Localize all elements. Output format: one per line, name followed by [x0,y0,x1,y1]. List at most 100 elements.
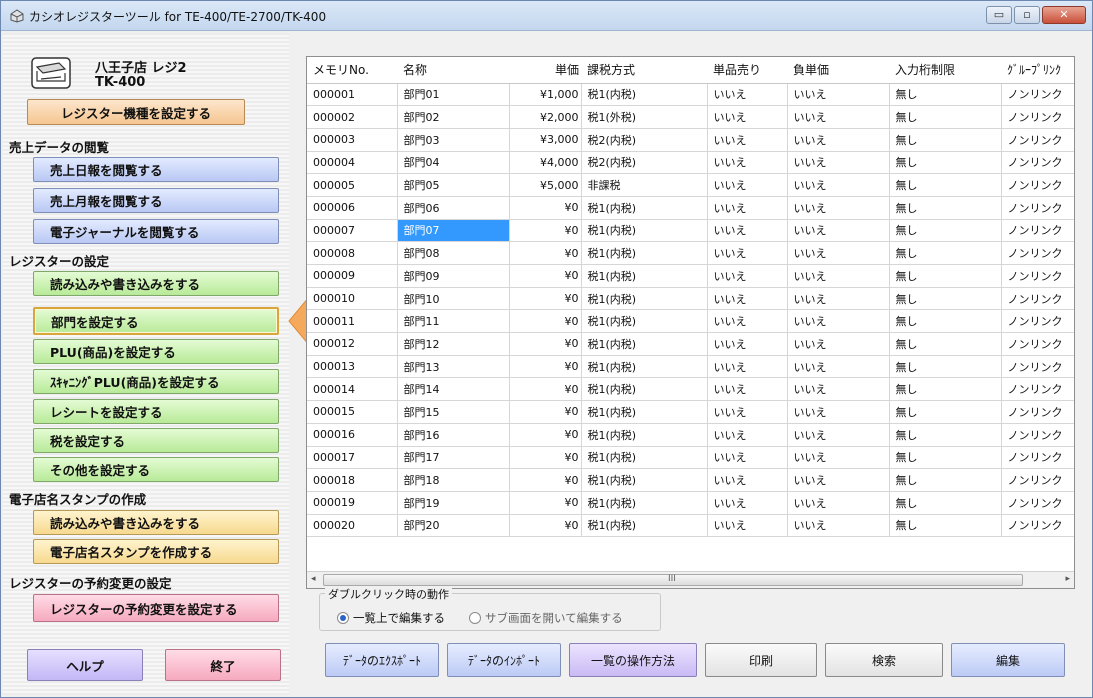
table-row[interactable]: 000007 部門07 ¥0 税1(内税) いいえ いいえ 無し ノンリンク [307,219,1074,243]
table-cell[interactable]: ノンリンク [1001,377,1074,402]
table-cell[interactable]: いいえ [707,241,788,265]
table-row[interactable]: 000003 部門03 ¥3,000 税2(内税) いいえ いいえ 無し ノンリンク [307,128,1074,152]
table-cell[interactable]: ノンリンク [1001,332,1074,356]
table-cell[interactable]: ノンリンク [1001,355,1074,379]
column-header[interactable]: 単品売り [707,57,787,84]
table-cell[interactable]: いいえ [707,446,788,470]
create-stamp-button[interactable]: 電子店名スタンプを作成する [33,539,279,564]
table-cell[interactable]: 税1(内税) [581,309,708,334]
table-cell[interactable]: 000012 [307,332,398,356]
table-cell[interactable]: いいえ [707,287,788,311]
table-cell[interactable]: 税2(内税) [581,128,708,152]
table-cell[interactable]: いいえ [707,355,788,379]
table-cell[interactable]: いいえ [787,219,890,243]
table-cell[interactable]: ノンリンク [1001,423,1074,447]
table-cell[interactable]: 部門17 [397,446,510,470]
table-cell[interactable]: いいえ [787,355,890,379]
table-cell[interactable]: ノンリンク [1001,196,1074,220]
table-cell[interactable]: いいえ [787,377,890,402]
table-cell[interactable]: ノンリンク [1001,105,1074,129]
table-cell[interactable]: 部門10 [397,287,510,311]
table-cell[interactable]: 税1(内税) [581,219,708,243]
table-cell[interactable]: ¥0 [509,400,582,424]
table-cell[interactable]: ノンリンク [1001,309,1074,334]
table-cell[interactable]: 無し [889,491,1002,515]
table-cell[interactable]: 000019 [307,491,398,515]
table-cell[interactable]: いいえ [787,400,890,424]
table-cell[interactable]: ノンリンク [1001,400,1074,424]
table-cell[interactable]: いいえ [707,173,788,197]
radio-edit-subscreen[interactable]: サブ画面を開いて編集する [469,610,623,626]
table-cell[interactable]: 000001 [307,83,398,107]
table-cell[interactable]: ノンリンク [1001,468,1074,492]
table-cell[interactable]: 税1(内税) [581,377,708,402]
table-row[interactable]: 000001 部門01 ¥1,000 税1(内税) いいえ いいえ 無し ノンリンク [307,83,1074,107]
table-cell[interactable]: 000004 [307,151,398,175]
table-cell[interactable]: いいえ [787,491,890,515]
column-header[interactable]: 課税方式 [581,57,707,84]
table-cell[interactable]: 無し [889,446,1002,470]
export-data-button[interactable]: ﾃﾞｰﾀのｴｸｽﾎﾟｰﾄ [325,643,439,677]
table-cell[interactable]: 000018 [307,468,398,492]
table-cell[interactable]: いいえ [707,377,788,402]
table-cell[interactable]: いいえ [707,309,788,334]
table-row[interactable]: 000016 部門16 ¥0 税1(内税) いいえ いいえ 無し ノンリンク [307,423,1074,447]
table-cell[interactable]: 部門15 [397,400,510,424]
table-cell[interactable]: 税1(内税) [581,423,708,447]
table-row[interactable]: 000020 部門20 ¥0 税1(内税) いいえ いいえ 無し ノンリンク [307,514,1074,538]
table-cell[interactable]: いいえ [707,196,788,220]
table-cell[interactable]: 部門16 [397,423,510,447]
table-cell[interactable]: 000017 [307,446,398,470]
table-cell[interactable]: 000011 [307,309,398,334]
table-row[interactable]: 000005 部門05 ¥5,000 非課税 いいえ いいえ 無し ノンリンク [307,173,1074,197]
table-cell[interactable]: 税1(内税) [581,83,708,107]
table-cell[interactable]: ノンリンク [1001,151,1074,175]
import-data-button[interactable]: ﾃﾞｰﾀのｲﾝﾎﾟｰﾄ [447,643,561,677]
table-cell[interactable]: 無し [889,332,1002,356]
table-cell[interactable]: 税1(内税) [581,355,708,379]
table-cell[interactable]: ¥0 [509,423,582,447]
table-cell[interactable]: ノンリンク [1001,128,1074,152]
table-cell[interactable]: 税1(内税) [581,446,708,470]
print-button[interactable]: 印刷 [705,643,817,677]
table-cell[interactable]: ノンリンク [1001,446,1074,470]
table-cell[interactable]: 部門18 [397,468,510,492]
table-cell[interactable]: 部門08 [397,241,510,265]
table-cell[interactable]: 無し [889,219,1002,243]
table-cell[interactable]: いいえ [707,332,788,356]
table-cell[interactable]: いいえ [787,173,890,197]
table-cell[interactable]: ¥0 [509,219,582,243]
table-cell[interactable]: 部門07 [397,219,510,243]
table-cell[interactable]: ノンリンク [1001,219,1074,243]
table-cell[interactable]: 000007 [307,219,398,243]
table-cell[interactable]: 部門13 [397,355,510,379]
table-cell[interactable]: いいえ [707,105,788,129]
table-cell[interactable]: 000008 [307,241,398,265]
table-cell[interactable]: 000016 [307,423,398,447]
other-settings-button[interactable]: その他を設定する [33,457,279,482]
table-cell[interactable]: いいえ [787,196,890,220]
table-cell[interactable]: 無し [889,287,1002,311]
table-cell[interactable]: 000010 [307,287,398,311]
table-cell[interactable]: いいえ [787,468,890,492]
table-cell[interactable]: いいえ [787,83,890,107]
table-row[interactable]: 000010 部門10 ¥0 税1(内税) いいえ いいえ 無し ノンリンク [307,287,1074,311]
column-header[interactable]: メモリNo. [307,57,397,84]
table-cell[interactable]: 税1(内税) [581,332,708,356]
view-daily-report-button[interactable]: 売上日報を閲覧する [33,157,279,182]
set-register-model-button[interactable]: レジスター機種を設定する [27,99,245,125]
table-cell[interactable]: ¥0 [509,332,582,356]
edit-button[interactable]: 編集 [951,643,1065,677]
table-cell[interactable]: 部門06 [397,196,510,220]
table-cell[interactable]: ノンリンク [1001,241,1074,265]
table-cell[interactable]: 部門12 [397,332,510,356]
table-row[interactable]: 000013 部門13 ¥0 税1(内税) いいえ いいえ 無し ノンリンク [307,355,1074,379]
table-cell[interactable]: ¥2,000 [509,105,582,129]
table-cell[interactable]: ノンリンク [1001,514,1074,538]
table-cell[interactable]: いいえ [787,309,890,334]
table-cell[interactable]: いいえ [787,446,890,470]
table-cell[interactable]: いいえ [787,332,890,356]
table-row[interactable]: 000008 部門08 ¥0 税1(内税) いいえ いいえ 無し ノンリンク [307,241,1074,265]
table-cell[interactable]: 税1(内税) [581,400,708,424]
scanning-plu-settings-button[interactable]: ｽｷｬﾆﾝｸﾞPLU(商品)を設定する [33,369,279,394]
